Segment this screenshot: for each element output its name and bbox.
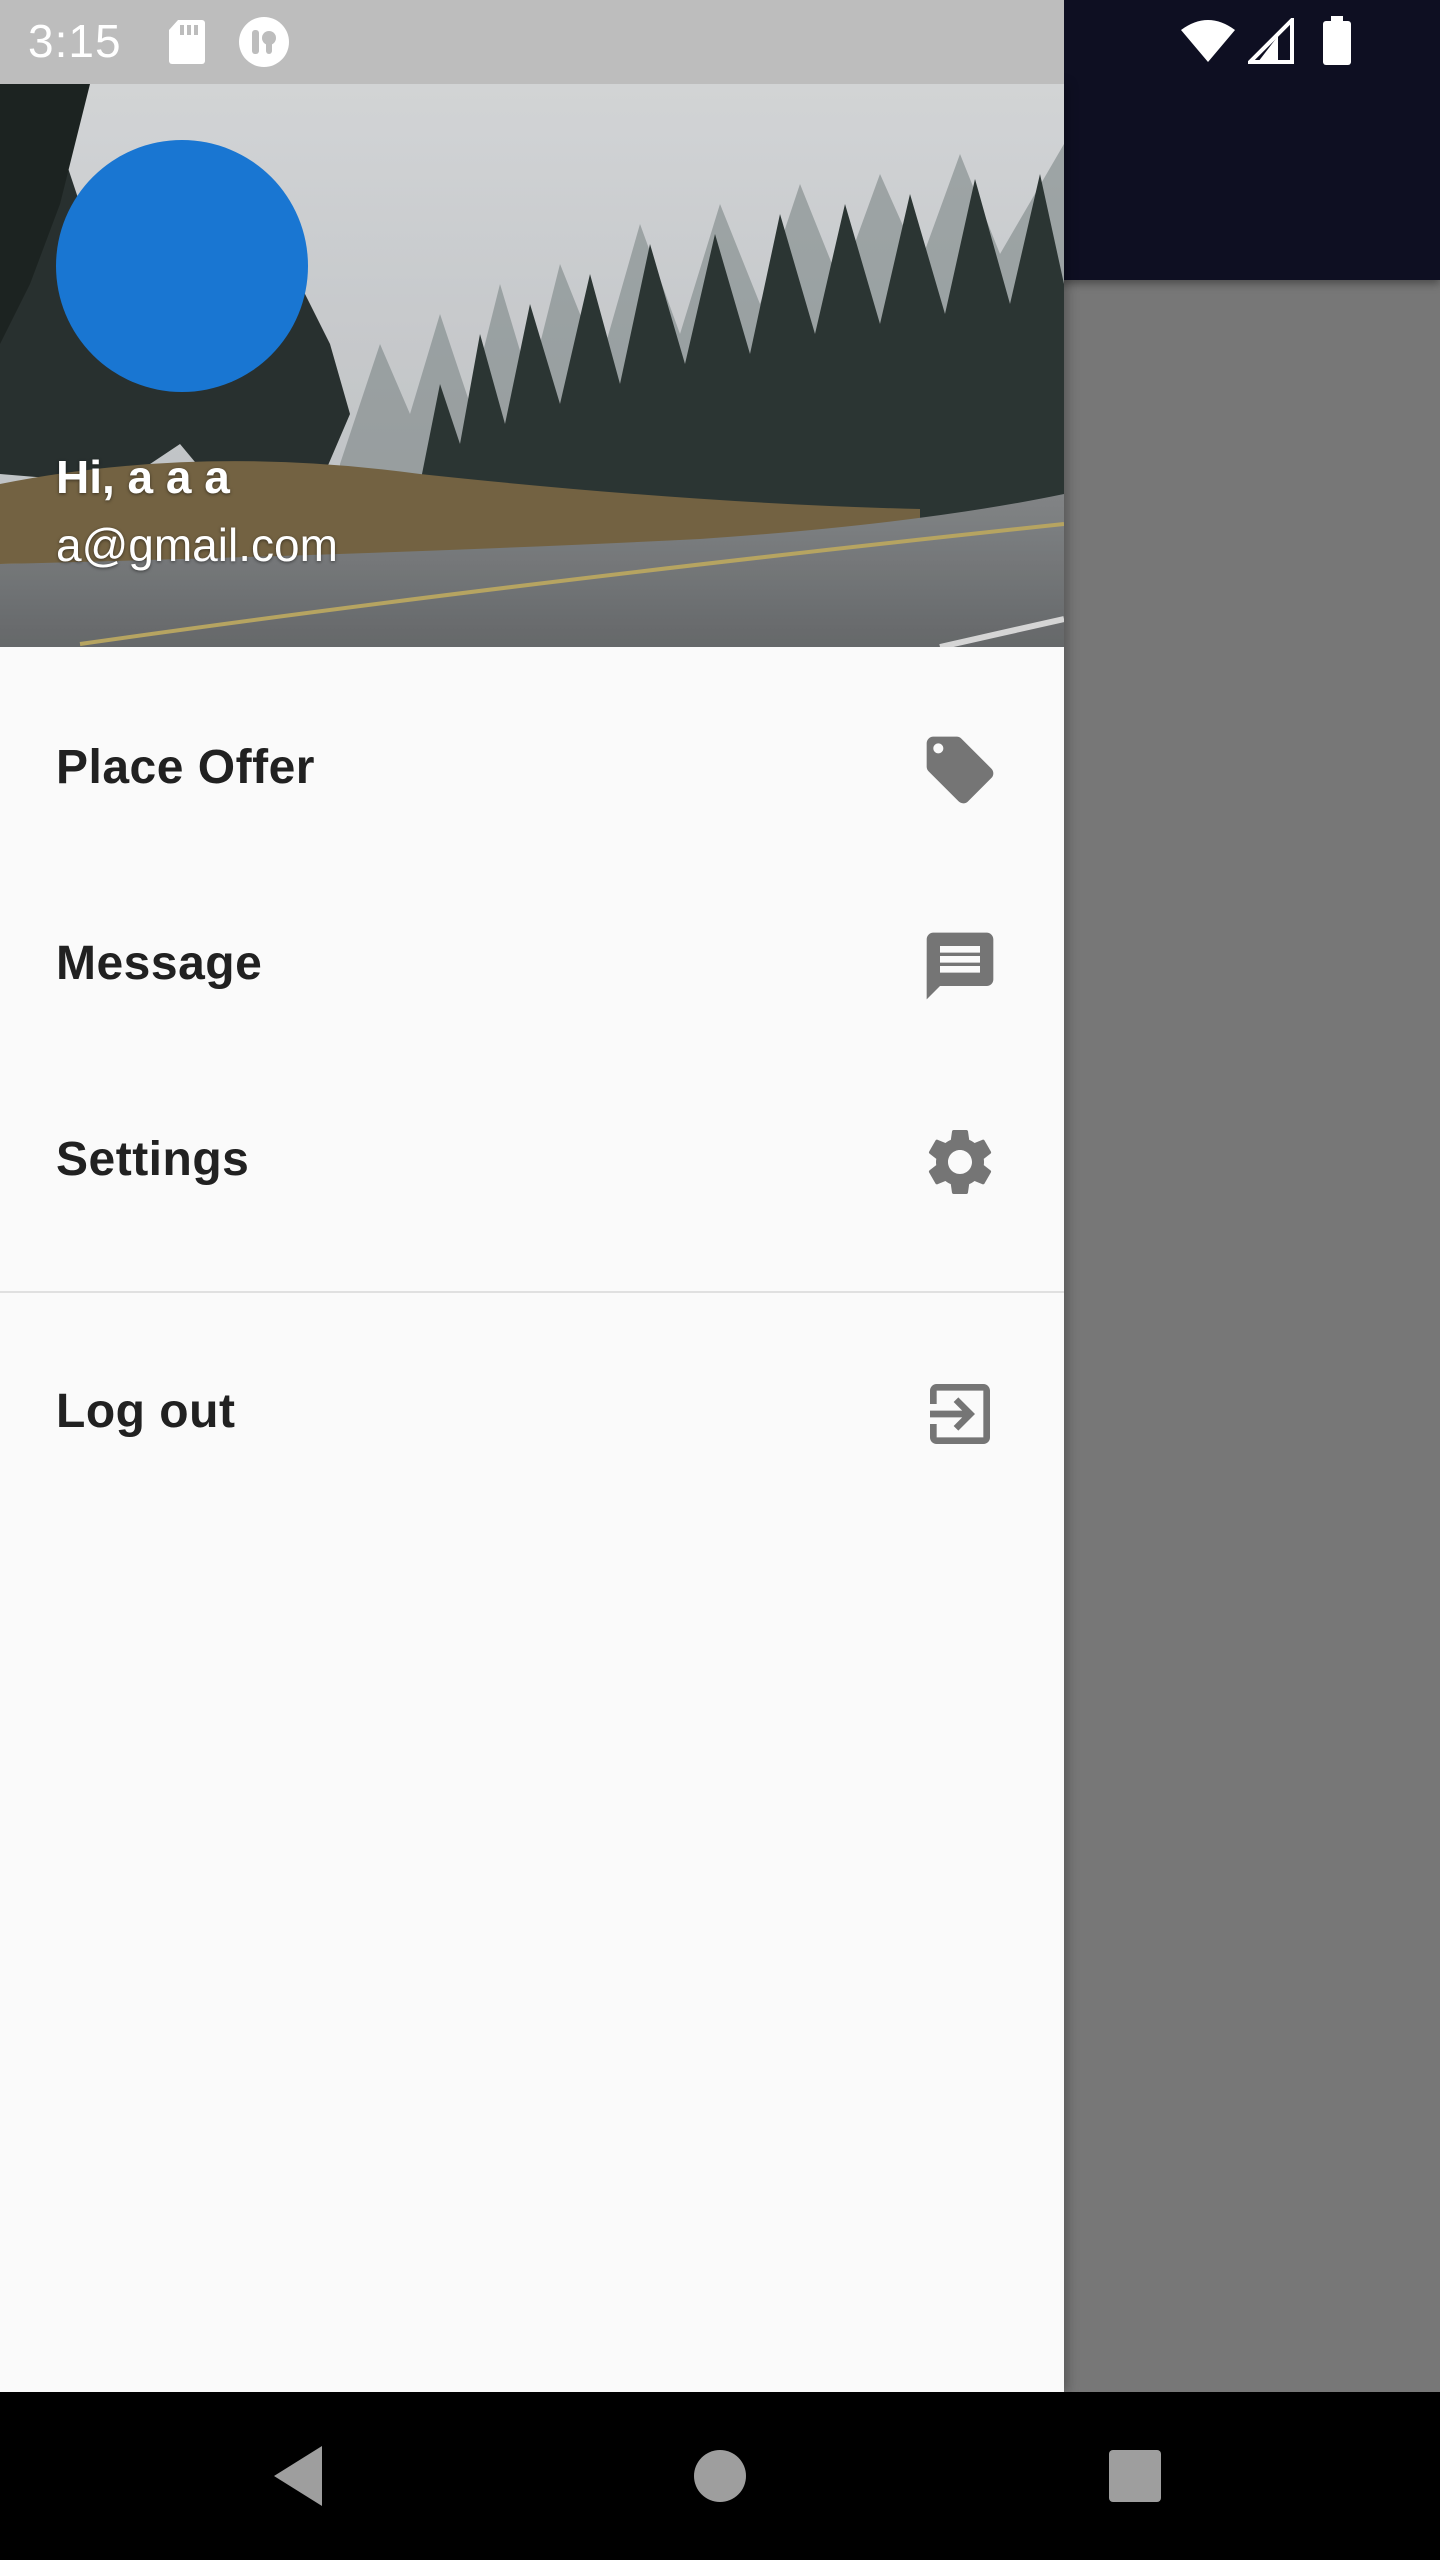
menu-item-label: Message [56,937,263,990]
user-email: a@gmail.com [56,519,338,571]
sd-card-icon [166,18,206,71]
message-icon [920,926,1000,1006]
menu-item-label: Log out [56,1385,236,1438]
menu-item-label: Settings [56,1133,250,1186]
menu-item-logout[interactable]: Log out [0,1318,1064,1508]
status-bar: 3:15 [0,0,1440,84]
menu-item-place-offer[interactable]: Place Offer [0,674,1064,864]
app-notification-icon [238,16,290,73]
user-greeting: Hi, a a a [56,451,230,503]
avatar[interactable] [56,140,308,392]
home-icon[interactable] [680,2436,760,2516]
exit-icon [920,1374,1000,1454]
menu-item-settings[interactable]: Settings [0,1066,1064,1256]
status-bar-left: 3:15 [0,0,1064,84]
menu-divider [0,1291,1064,1293]
cell-signal-icon [1245,15,1294,69]
navigation-drawer: Hi, a a a a@gmail.com Place Offer Messag… [0,84,1064,2392]
wifi-icon [1180,18,1236,69]
recents-icon[interactable] [1095,2436,1175,2516]
system-nav-bar [0,2392,1440,2560]
menu-item-message[interactable]: Message [0,870,1064,1060]
tag-icon [920,730,1000,810]
menu-item-label: Place Offer [56,741,315,794]
back-icon[interactable] [260,2436,340,2516]
status-bar-right [1064,0,1440,84]
status-time: 3:15 [28,15,122,67]
battery-icon [1322,16,1352,71]
drawer-header: Hi, a a a a@gmail.com [0,84,1064,647]
gear-icon [920,1122,1000,1202]
